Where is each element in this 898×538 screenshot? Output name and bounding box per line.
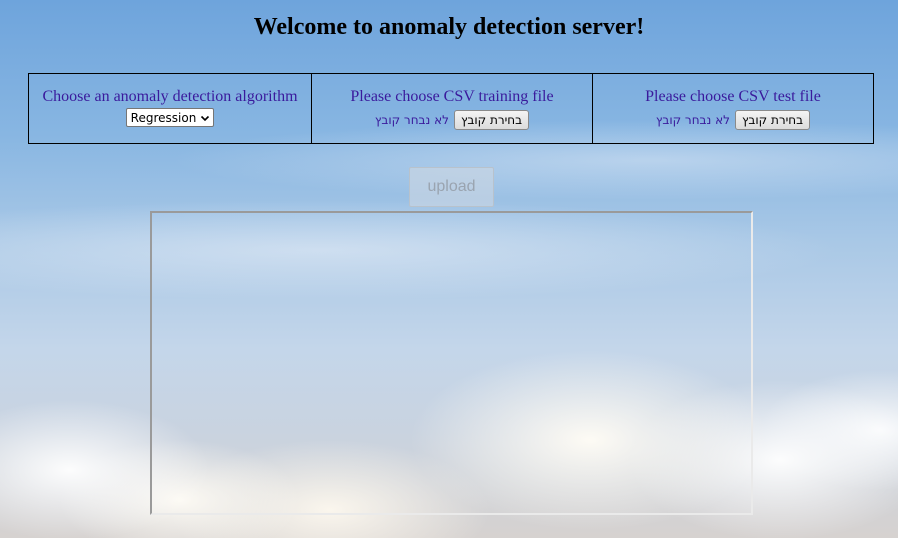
controls-table: Choose an anomaly detection algorithm Re…	[28, 73, 874, 144]
algorithm-selected-value: Regression	[130, 110, 197, 125]
chevron-down-icon	[201, 115, 210, 121]
test-file-panel: Please choose CSV test file בחירת קובץ ל…	[593, 73, 874, 144]
algorithm-label: Choose an anomaly detection algorithm	[42, 88, 298, 105]
training-file-panel: Please choose CSV training file בחירת קו…	[312, 73, 593, 144]
algorithm-select[interactable]: Regression	[125, 108, 215, 127]
training-choose-file-button[interactable]: בחירת קובץ	[453, 110, 530, 130]
algorithm-panel: Choose an anomaly detection algorithm Re…	[28, 73, 312, 144]
training-file-input[interactable]: בחירת קובץ לא נבחר קובץ	[312, 110, 592, 130]
upload-button[interactable]: upload	[409, 167, 494, 207]
test-choose-file-button[interactable]: בחירת קובץ	[734, 110, 811, 130]
training-file-status: לא נבחר קובץ	[374, 113, 449, 127]
test-file-status: לא נבחר קובץ	[655, 113, 730, 127]
results-frame	[150, 211, 753, 515]
page-title: Welcome to anomaly detection server!	[253, 14, 645, 40]
training-file-label: Please choose CSV training file	[350, 88, 554, 105]
test-file-label: Please choose CSV test file	[645, 88, 821, 105]
test-file-input[interactable]: בחירת קובץ לא נבחר קובץ	[593, 110, 873, 130]
